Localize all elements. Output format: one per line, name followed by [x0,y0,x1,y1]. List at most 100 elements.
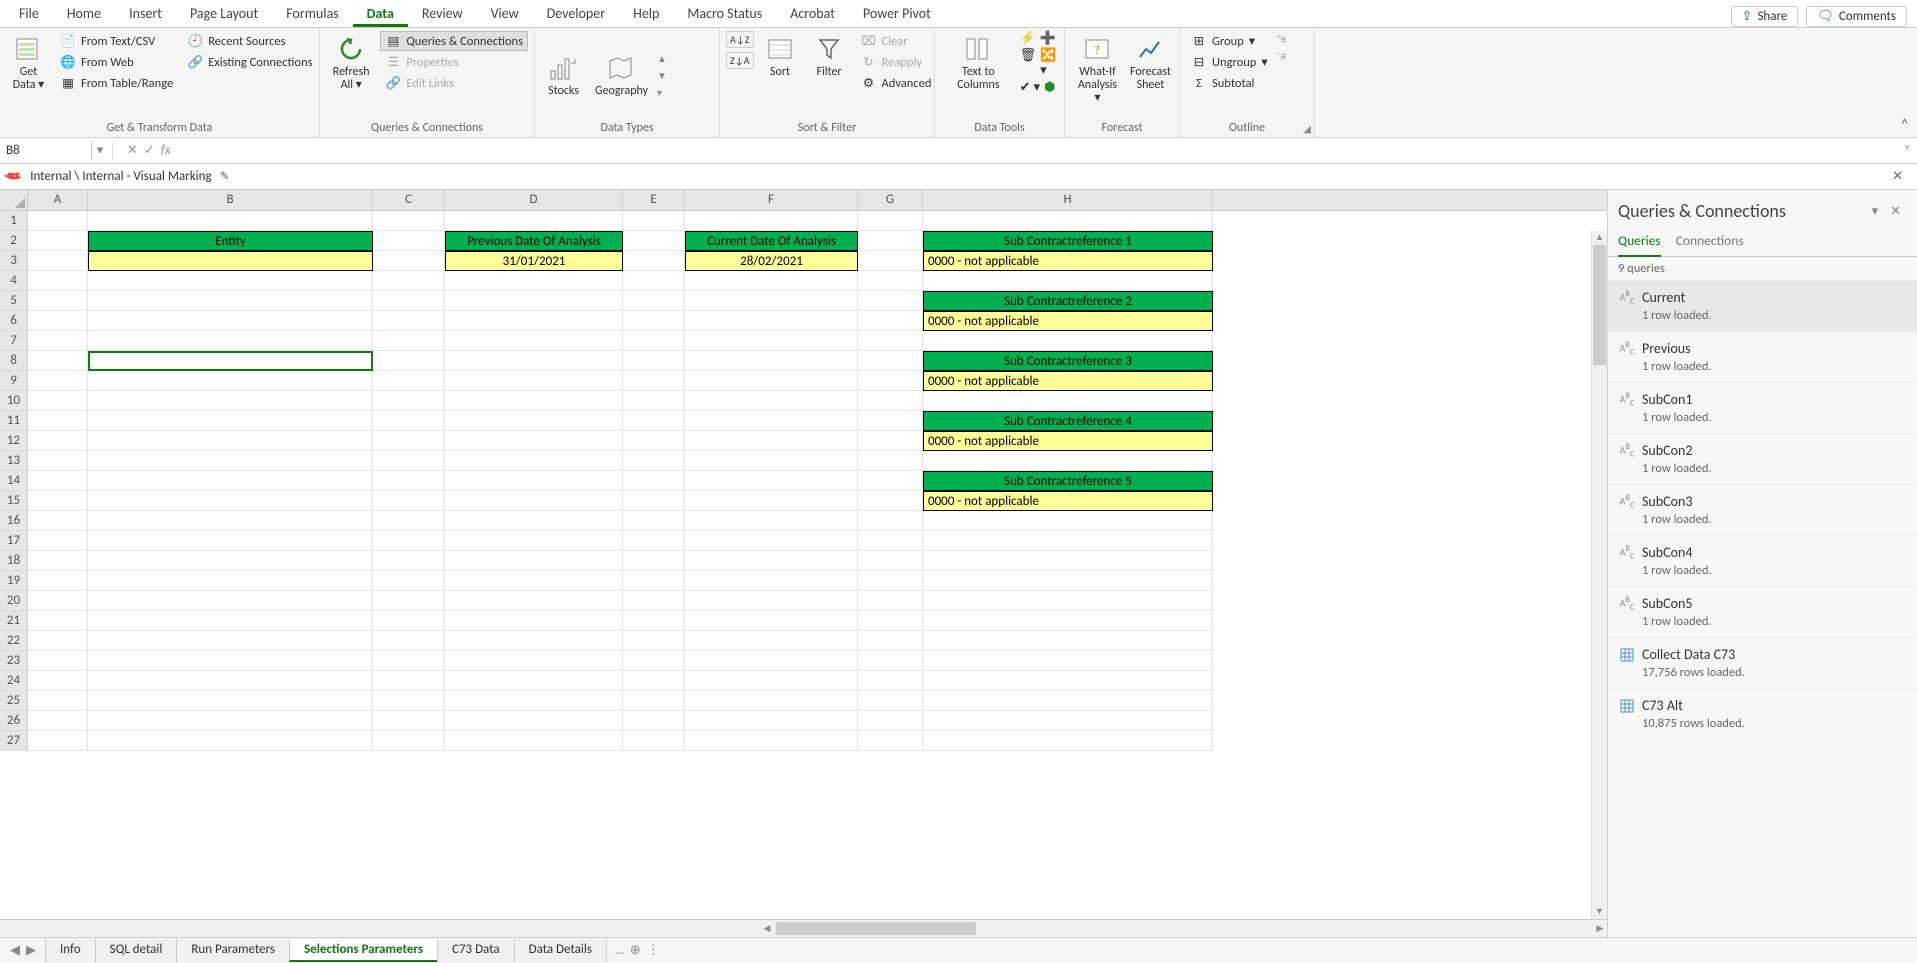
sheet-tab-selections-parameters[interactable]: Selections Parameters [289,939,438,962]
cell-C11[interactable] [373,411,445,431]
relationships-button[interactable]: 🔀 ▾ [1040,48,1058,78]
cell-B20[interactable] [88,591,373,611]
cell-C19[interactable] [373,571,445,591]
cell-G10[interactable] [858,391,923,411]
cell-H23[interactable] [923,651,1213,671]
horizontal-scrollbar[interactable]: ◀ ▶ [760,920,1607,937]
cell-H6[interactable]: 0000 - not applicable [923,311,1213,331]
cell-C14[interactable] [373,471,445,491]
cell-G24[interactable] [858,671,923,691]
cell-A16[interactable] [28,511,88,531]
cell-D14[interactable] [445,471,623,491]
existing-connections-button[interactable]: 🔗Existing Connections [182,52,317,72]
cell-C13[interactable] [373,451,445,471]
cell-F4[interactable] [685,271,858,291]
menu-tab-formulas[interactable]: Formulas [272,1,352,27]
cell-F21[interactable] [685,611,858,631]
from-table-button[interactable]: ▦From Table/Range [55,73,178,93]
menu-tab-power-pivot[interactable]: Power Pivot [849,1,945,27]
cell-F8[interactable] [685,351,858,371]
cell-G23[interactable] [858,651,923,671]
cell-C24[interactable] [373,671,445,691]
cell-H18[interactable] [923,551,1213,571]
cell-B21[interactable] [88,611,373,631]
menu-tab-review[interactable]: Review [408,1,477,27]
cell-E12[interactable] [623,431,685,451]
cell-H25[interactable] [923,691,1213,711]
cell-D21[interactable] [445,611,623,631]
row-header-5[interactable]: 5 [0,291,28,311]
cell-D7[interactable] [445,331,623,351]
menu-tab-home[interactable]: Home [53,1,115,27]
vertical-scroll-thumb[interactable] [1593,245,1606,365]
cell-B24[interactable] [88,671,373,691]
cell-A13[interactable] [28,451,88,471]
cell-B23[interactable] [88,651,373,671]
cell-G9[interactable] [858,371,923,391]
query-item-subcon5[interactable]: ABCSubCon51 row loaded. [1608,586,1917,637]
cell-E24[interactable] [623,671,685,691]
column-header-G[interactable]: G [858,190,923,210]
cell-C6[interactable] [373,311,445,331]
insert-function-button[interactable]: fx [161,143,171,158]
cell-A19[interactable] [28,571,88,591]
cell-B12[interactable] [88,431,373,451]
cell-A14[interactable] [28,471,88,491]
cell-G14[interactable] [858,471,923,491]
cell-H5[interactable]: Sub Contractreference 2 [923,291,1213,311]
show-detail-button[interactable]: ⁺≡ [1277,33,1287,46]
data-types-more[interactable]: ▾ [657,86,667,99]
advanced-button[interactable]: ⚙Advanced [856,73,937,93]
tab-scroll-more[interactable]: … [615,943,624,958]
cell-G22[interactable] [858,631,923,651]
manage-data-model-button[interactable]: ⬢ [1044,80,1055,95]
cell-G4[interactable] [858,271,923,291]
cell-A8[interactable] [28,351,88,371]
cell-G27[interactable] [858,731,923,751]
forecast-sheet-button[interactable]: Forecast Sheet [1128,31,1173,94]
cell-H11[interactable]: Sub Contractreference 4 [923,411,1213,431]
cell-H7[interactable] [923,331,1213,351]
cell-G5[interactable] [858,291,923,311]
sheet-tab-c73-data[interactable]: C73 Data [437,939,515,962]
cell-F26[interactable] [685,711,858,731]
menu-tab-view[interactable]: View [477,1,533,27]
query-item-subcon4[interactable]: ABCSubCon41 row loaded. [1608,535,1917,586]
cell-A20[interactable] [28,591,88,611]
cell-F27[interactable] [685,731,858,751]
cell-H8[interactable]: Sub Contractreference 3 [923,351,1213,371]
pane-close-button[interactable]: ✕ [1884,204,1907,219]
cell-B27[interactable] [88,731,373,751]
cell-H14[interactable]: Sub Contractreference 5 [923,471,1213,491]
recent-sources-button[interactable]: 🕘Recent Sources [182,31,317,51]
cell-C22[interactable] [373,631,445,651]
cell-H1[interactable] [923,211,1213,231]
row-header-12[interactable]: 12 [0,431,28,451]
cell-B4[interactable] [88,271,373,291]
cell-F20[interactable] [685,591,858,611]
cell-D6[interactable] [445,311,623,331]
cell-F18[interactable] [685,551,858,571]
cell-E23[interactable] [623,651,685,671]
cell-E10[interactable] [623,391,685,411]
cell-E9[interactable] [623,371,685,391]
column-header-E[interactable]: E [623,190,685,210]
cell-D25[interactable] [445,691,623,711]
cell-B22[interactable] [88,631,373,651]
cell-A10[interactable] [28,391,88,411]
tab-nav-prev[interactable]: ◀ [10,943,20,958]
cell-H26[interactable] [923,711,1213,731]
cell-C12[interactable] [373,431,445,451]
cell-H9[interactable]: 0000 - not applicable [923,371,1213,391]
cell-D24[interactable] [445,671,623,691]
cell-E2[interactable] [623,231,685,251]
row-header-8[interactable]: 8 [0,351,28,371]
cell-C9[interactable] [373,371,445,391]
column-header-A[interactable]: A [28,190,88,210]
edit-classification-button[interactable]: ✎ [220,169,230,184]
cell-A7[interactable] [28,331,88,351]
cell-H24[interactable] [923,671,1213,691]
cell-B16[interactable] [88,511,373,531]
row-header-18[interactable]: 18 [0,551,28,571]
comments-button[interactable]: 🗨 Comments [1806,6,1907,27]
